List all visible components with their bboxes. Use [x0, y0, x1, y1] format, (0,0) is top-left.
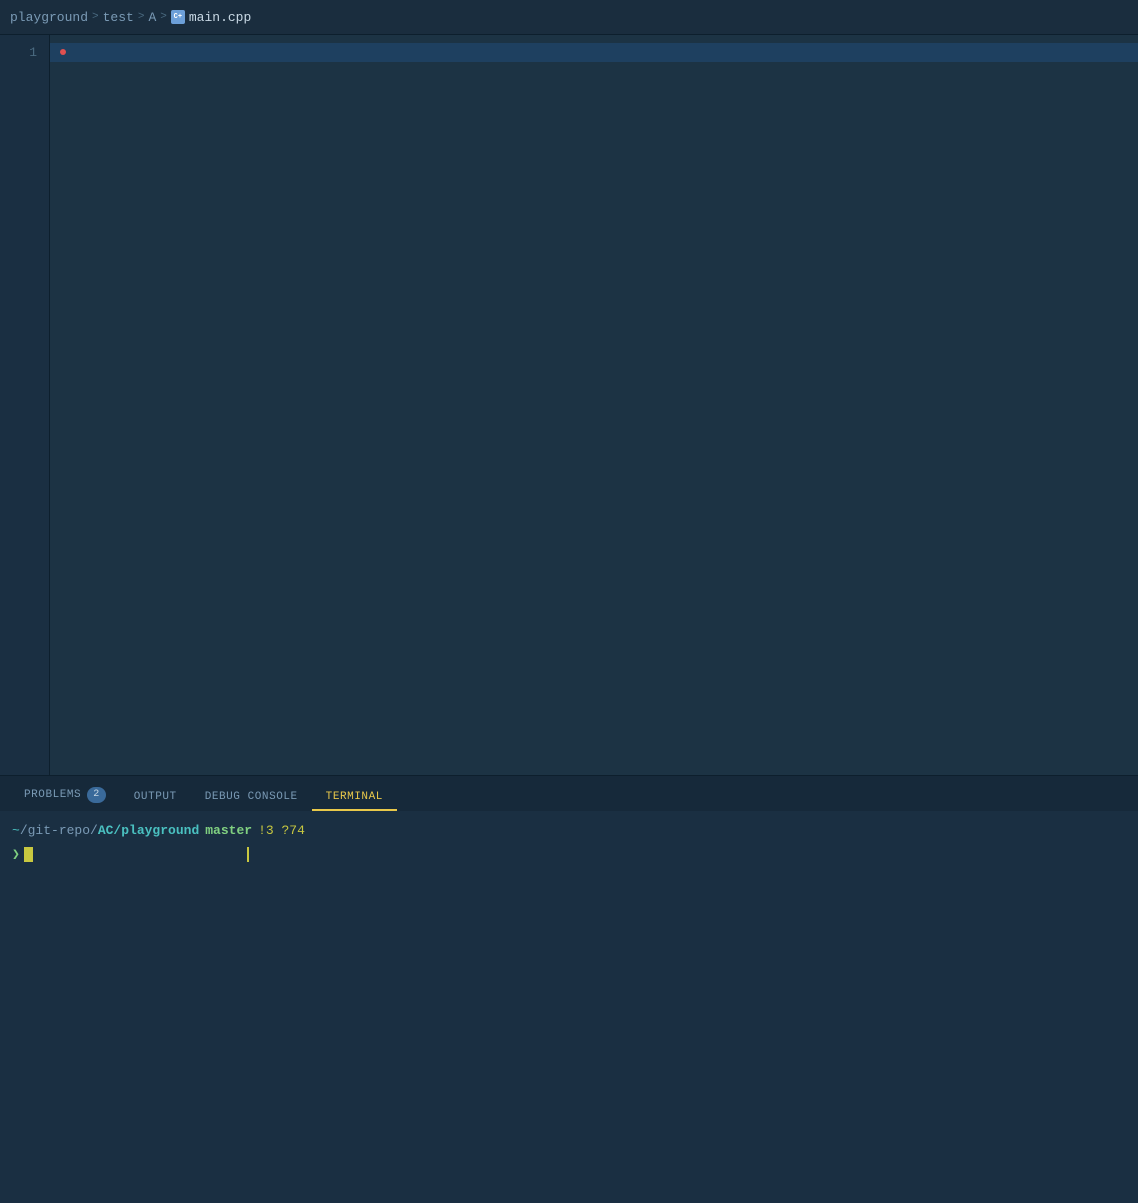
breadcrumb-sep-2: >: [138, 11, 145, 23]
terminal-text-cursor: [247, 847, 249, 862]
problems-badge: 2: [87, 787, 106, 803]
terminal-status: !3 ?74: [258, 821, 305, 841]
terminal-branch: master: [205, 821, 252, 841]
tab-output[interactable]: OUTPUT: [120, 785, 191, 811]
line-numbers: 1: [0, 35, 50, 775]
terminal-prompt-line: ~ /git-repo/ AC/playground master !3 ?74: [12, 821, 1126, 841]
breadcrumb-sep-1: >: [92, 11, 99, 23]
breadcrumb-test[interactable]: test: [103, 10, 134, 25]
terminal-slash: /git-repo/: [20, 821, 98, 841]
breadcrumb-sep-3: >: [160, 11, 167, 23]
breadcrumb-bar: playground > test > A > C+ main.cpp: [0, 0, 1138, 35]
breadcrumb-a[interactable]: A: [148, 10, 156, 25]
cpp-file-icon: C+: [171, 10, 185, 24]
panel-tabs: PROBLEMS 2 OUTPUT DEBUG CONSOLE TERMINAL: [0, 775, 1138, 811]
terminal-area[interactable]: ~ /git-repo/ AC/playground master !3 ?74…: [0, 811, 1138, 1203]
editor-area[interactable]: 1: [0, 35, 1138, 775]
cursor-line-highlight: [50, 43, 1138, 62]
line-number-1: 1: [29, 43, 37, 62]
tab-terminal[interactable]: TERMINAL: [312, 785, 397, 811]
breadcrumb-playground[interactable]: playground: [10, 10, 88, 25]
terminal-chevron: ❯: [12, 845, 20, 865]
bottom-panel: PROBLEMS 2 OUTPUT DEBUG CONSOLE TERMINAL…: [0, 775, 1138, 1203]
error-indicator: [60, 49, 66, 55]
terminal-cursor-block: [24, 847, 33, 862]
editor-content[interactable]: [50, 35, 1138, 775]
tab-output-label: OUTPUT: [134, 791, 177, 803]
breadcrumb-file[interactable]: C+ main.cpp: [171, 10, 251, 25]
terminal-cursor-line: ❯: [12, 845, 1126, 865]
tab-terminal-label: TERMINAL: [326, 791, 383, 803]
tab-debug-console[interactable]: DEBUG CONSOLE: [191, 785, 312, 811]
breadcrumb-filename: main.cpp: [189, 10, 251, 25]
terminal-bold-path: AC/playground: [98, 821, 199, 841]
tab-problems[interactable]: PROBLEMS 2: [10, 781, 120, 811]
tab-problems-label: PROBLEMS: [24, 789, 81, 801]
tab-debug-label: DEBUG CONSOLE: [205, 791, 298, 803]
terminal-tilde: ~: [12, 821, 20, 841]
